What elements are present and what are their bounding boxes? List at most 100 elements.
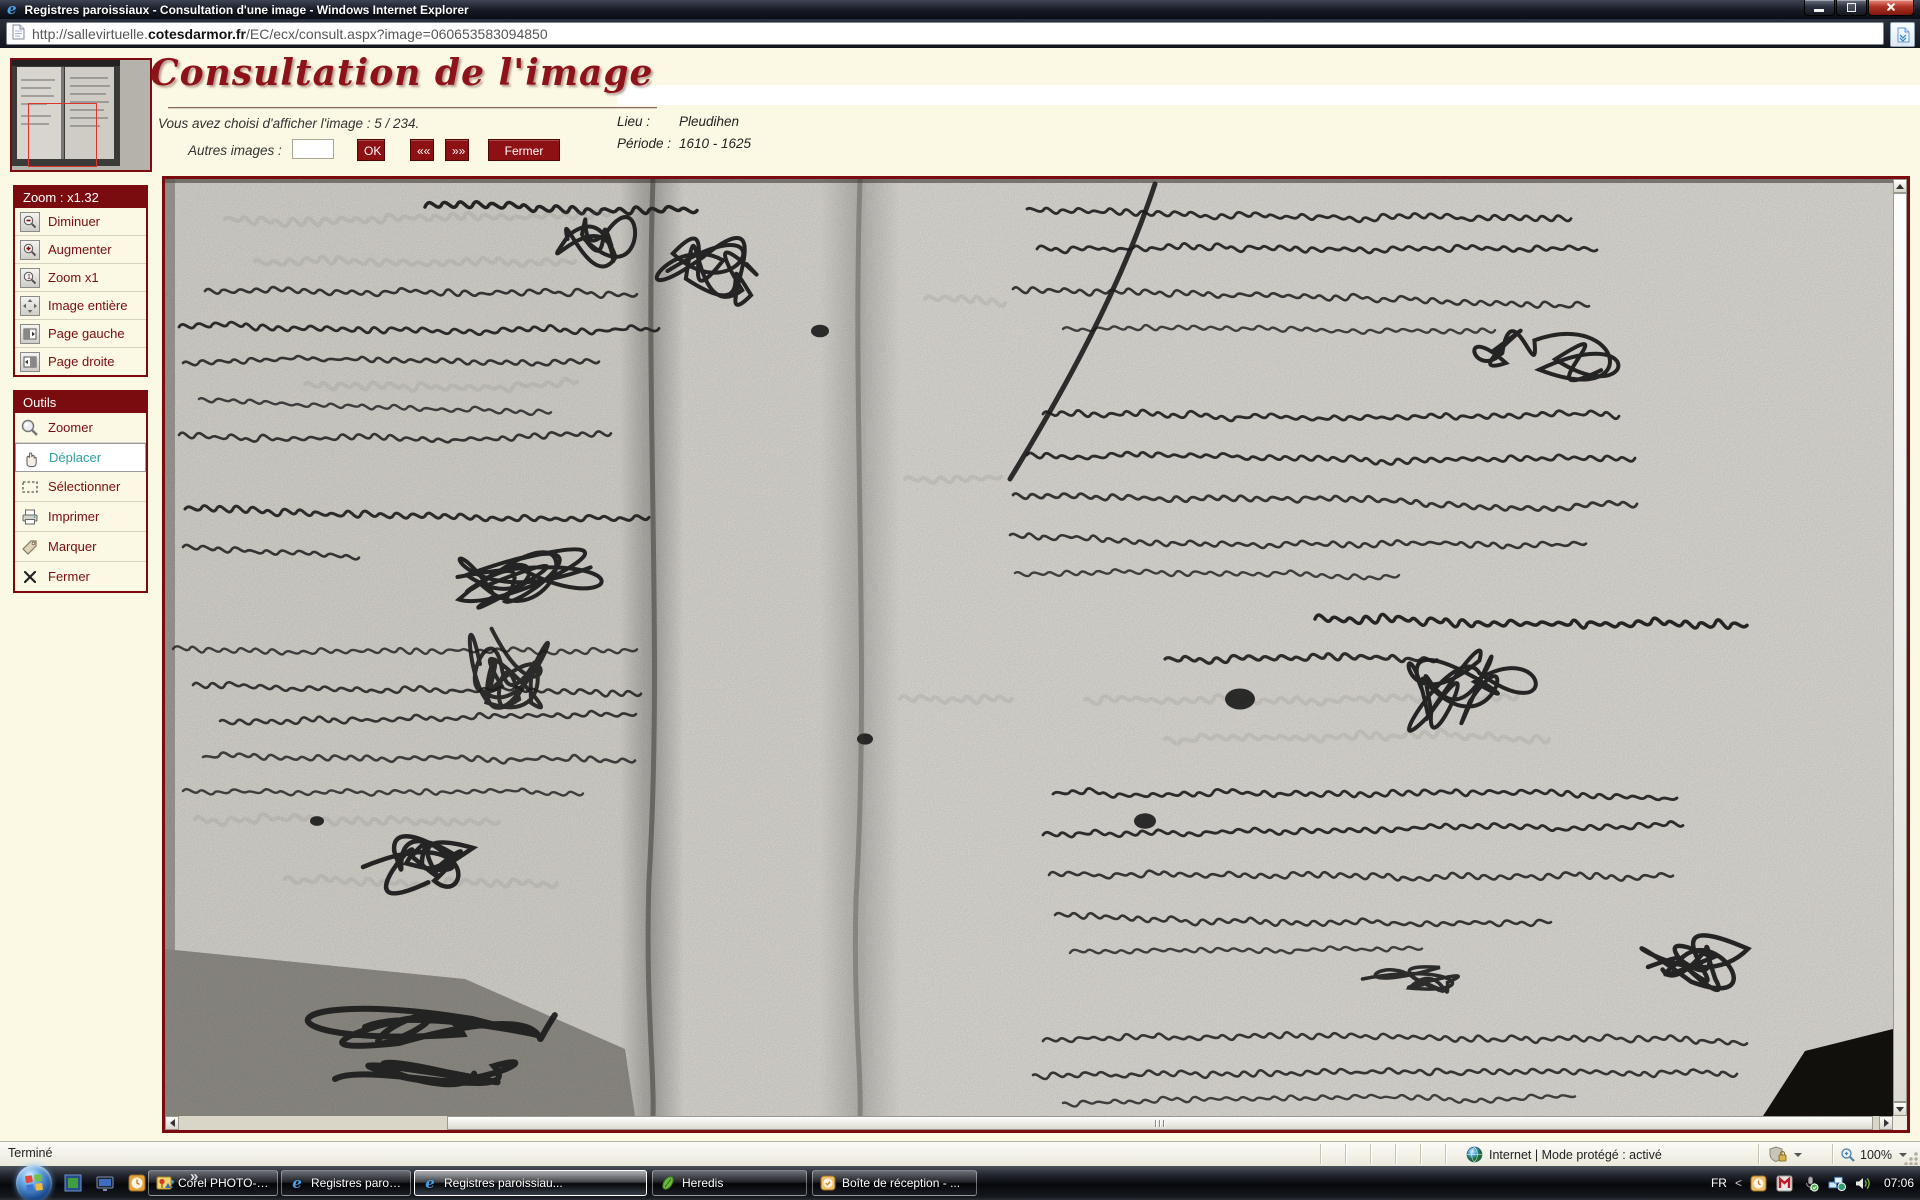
fit-image-icon xyxy=(20,296,40,316)
refresh-page-icon xyxy=(1896,27,1910,43)
status-bar: Terminé Internet | Mode protégé : activé xyxy=(0,1141,1920,1167)
vertical-scroll-thumb[interactable] xyxy=(1893,193,1907,1102)
close-button[interactable] xyxy=(1868,0,1914,16)
previous-image-button[interactable]: «« xyxy=(410,139,434,161)
printer-icon xyxy=(20,507,40,527)
close-x-icon xyxy=(20,567,40,587)
windows-mail-icon[interactable] xyxy=(126,1172,148,1194)
hand-icon xyxy=(21,448,41,468)
next-image-button[interactable]: »» xyxy=(445,139,469,161)
navigation-thumbnail[interactable] xyxy=(10,58,152,172)
scroll-left-button[interactable] xyxy=(165,1116,179,1130)
show-desktop-icon[interactable] xyxy=(62,1172,84,1194)
vertical-scrollbar[interactable] xyxy=(1893,179,1907,1116)
globe-icon xyxy=(1466,1146,1483,1163)
windows-logo-icon xyxy=(25,1174,43,1192)
image-info: Lieu :Pleudihen Période :1610 - 1625 xyxy=(617,114,751,158)
corel-photopaint-icon xyxy=(156,1175,172,1191)
tools-panel-title: Outils xyxy=(15,392,146,413)
chevron-down-icon xyxy=(1794,1153,1802,1157)
calendar-clock-tray-icon[interactable] xyxy=(1750,1174,1768,1192)
close-viewer-button[interactable]: Fermer xyxy=(488,139,560,161)
selection-rectangle-icon xyxy=(20,477,40,497)
image-count-text: Vous avez choisi d'afficher l'image : 5 … xyxy=(158,116,419,131)
tool-fermer[interactable]: Fermer xyxy=(15,562,146,591)
taskbar-button-registres-2-active[interactable]: e Registres paroissiau... xyxy=(414,1170,647,1196)
internet-explorer-icon: e xyxy=(7,2,17,17)
taskbar: e » Corel PHOTO-PAIN... e Registres paro… xyxy=(0,1166,1920,1200)
url-input[interactable]: http://sallevirtuelle.cotesdarmor.fr/EC/… xyxy=(6,22,1884,45)
periode-value: 1610 - 1625 xyxy=(679,136,751,151)
heredis-leaf-icon xyxy=(660,1175,676,1191)
ok-button[interactable]: OK xyxy=(357,139,385,161)
horizontal-scrollbar[interactable] xyxy=(165,1116,1893,1130)
taskbar-button-corel[interactable]: Corel PHOTO-PAIN... xyxy=(148,1170,278,1196)
zoom-out-icon xyxy=(20,212,40,232)
zoom-level: 100% xyxy=(1860,1148,1892,1162)
refresh-button[interactable] xyxy=(1890,22,1915,47)
tool-imprimer[interactable]: Imprimer xyxy=(15,502,146,532)
internet-explorer-icon: e xyxy=(289,1175,305,1191)
left-page-button[interactable]: Page gauche xyxy=(15,320,146,348)
restore-button[interactable] xyxy=(1836,0,1867,16)
thumbnail-viewport-rect[interactable] xyxy=(28,103,97,167)
volume-tray-icon[interactable] xyxy=(1854,1174,1872,1192)
header-white-strip xyxy=(617,85,1920,105)
horizontal-scroll-thumb[interactable] xyxy=(447,1116,1873,1130)
manuscript-image[interactable] xyxy=(165,179,1893,1116)
image-number-input[interactable] xyxy=(292,139,334,159)
security-zone: Internet | Mode protégé : activé xyxy=(1466,1142,1662,1167)
zone-text: Internet | Mode protégé : activé xyxy=(1489,1148,1662,1162)
zoom-reset-button[interactable]: 1 Zoom x1 xyxy=(15,264,146,292)
microphone-tray-icon[interactable] xyxy=(1802,1174,1820,1192)
zoom-reset-icon: 1 xyxy=(20,268,40,288)
bookmark-icon xyxy=(20,537,40,557)
shield-lock-icon xyxy=(1768,1146,1788,1164)
scroll-right-button[interactable] xyxy=(1879,1116,1893,1130)
scroll-up-button[interactable] xyxy=(1893,179,1907,193)
fit-image-button[interactable]: Image entière xyxy=(15,292,146,320)
title-underline xyxy=(168,107,657,108)
url-text: http://sallevirtuelle.cotesdarmor.fr/EC/… xyxy=(32,26,548,42)
clock[interactable]: 07:06 xyxy=(1884,1176,1914,1190)
start-button[interactable] xyxy=(16,1165,52,1200)
page-title: Consultation de l'image xyxy=(150,52,653,94)
mcafee-tray-icon[interactable] xyxy=(1776,1174,1794,1192)
internet-explorer-icon: e xyxy=(422,1175,438,1191)
switch-windows-icon[interactable] xyxy=(94,1172,116,1194)
tool-deplacer[interactable]: Déplacer xyxy=(15,443,146,472)
network-tray-icon[interactable] xyxy=(1828,1174,1846,1192)
minimize-button[interactable] xyxy=(1804,0,1835,16)
zoom-in-button[interactable]: Augmenter xyxy=(15,236,146,264)
taskbar-button-registres-1[interactable]: e Registres paroissiau... xyxy=(281,1170,411,1196)
keyboard-language[interactable]: FR xyxy=(1711,1176,1727,1190)
image-viewer xyxy=(162,176,1910,1133)
protected-mode-button[interactable] xyxy=(1768,1142,1802,1167)
right-page-icon xyxy=(20,352,40,372)
zoom-in-icon xyxy=(20,240,40,260)
taskbar-button-inbox[interactable]: Boîte de réception - ... xyxy=(812,1170,977,1196)
page-zoom-button[interactable]: 100% xyxy=(1840,1142,1907,1167)
scroll-down-button[interactable] xyxy=(1893,1102,1907,1116)
zoom-magnifier-icon xyxy=(1840,1147,1856,1163)
tool-marquer[interactable]: Marquer xyxy=(15,532,146,562)
scrollbar-corner xyxy=(1893,1116,1907,1130)
lieu-value: Pleudihen xyxy=(679,114,739,129)
other-images-label: Autres images : xyxy=(188,143,282,158)
status-text: Terminé xyxy=(8,1146,52,1160)
tray-expand-chevron[interactable]: < xyxy=(1735,1176,1742,1190)
taskbar-button-heredis[interactable]: Heredis xyxy=(652,1170,807,1196)
page-icon xyxy=(12,24,25,43)
zoom-panel-title: Zoom : x1.32 xyxy=(15,187,146,208)
periode-label: Période : xyxy=(617,136,679,151)
system-tray: FR < 07:06 xyxy=(1711,1166,1920,1200)
left-page-icon xyxy=(20,324,40,344)
window-title: Registres paroissiaux - Consultation d'u… xyxy=(25,3,469,17)
tool-zoomer[interactable]: Zoomer xyxy=(15,413,146,443)
zoom-out-button[interactable]: Diminuer xyxy=(15,208,146,236)
zoom-panel: Zoom : x1.32 Diminuer Augmenter 1 Zoom x… xyxy=(13,185,148,377)
tools-panel: Outils Zoomer Déplacer Sélectionner Impr… xyxy=(13,390,148,593)
tool-selectionner[interactable]: Sélectionner xyxy=(15,472,146,502)
resize-grip[interactable] xyxy=(1904,1151,1918,1165)
right-page-button[interactable]: Page droite xyxy=(15,348,146,375)
